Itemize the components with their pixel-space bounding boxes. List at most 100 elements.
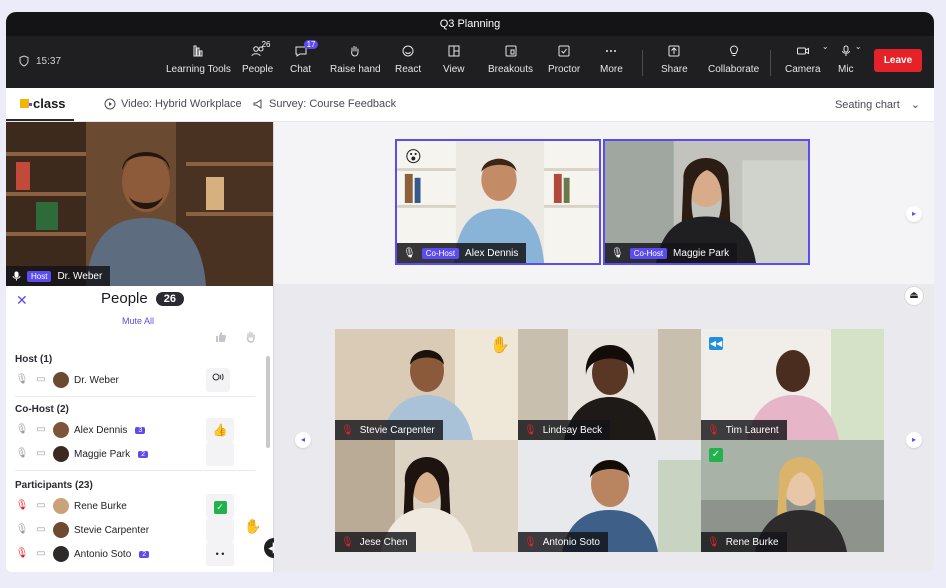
- mic-muted-icon[interactable]: 🎙: [15, 547, 29, 561]
- chat-button[interactable]: 17 Chat: [290, 40, 319, 75]
- reaction-status: [206, 442, 234, 466]
- content-tabs: class Video: Hybrid Workplace Survey: Co…: [6, 88, 934, 122]
- seating-chart-label: Seating chart: [834, 98, 900, 111]
- spotlight-area: 😮 🎙 Co-Host Alex Dennis 🎙 Co-Host Maggie…: [274, 122, 934, 284]
- breakouts-button[interactable]: Breakouts: [488, 44, 533, 75]
- avatar: [53, 422, 69, 438]
- participant-name: Maggie Park: [74, 448, 131, 460]
- camera-icon[interactable]: ▭: [34, 499, 48, 513]
- avatar: [53, 498, 69, 514]
- grid-tile[interactable]: 🎙 Lindsay Beck: [518, 329, 701, 440]
- app-window: Q3 Planning 15:37 Learning Tools 26 Peop…: [6, 12, 934, 572]
- mic-icon[interactable]: 🎙: [15, 523, 29, 537]
- grid-participant-name: Jese Chen: [359, 536, 408, 548]
- grid-tile[interactable]: 🎙 Jese Chen: [335, 440, 518, 552]
- grid-tile[interactable]: ✋ 🎙 Stevie Carpenter: [335, 329, 518, 440]
- seating-chart-dropdown[interactable]: Seating chart ⌄: [834, 98, 920, 112]
- view-button[interactable]: View: [443, 44, 465, 75]
- camera-button[interactable]: Camera ⌄: [785, 42, 829, 75]
- raise-hand-label: Raise hand: [330, 64, 381, 75]
- grid-participant-name: Lindsay Beck: [542, 424, 603, 436]
- mic-options-chevron-icon[interactable]: ⌄: [855, 42, 862, 51]
- breakouts-icon: [505, 45, 517, 57]
- grid-name-chip: 🎙 Jese Chen: [335, 532, 416, 552]
- camera-icon[interactable]: ▭: [34, 447, 48, 461]
- mic-muted-icon[interactable]: 🎙: [15, 499, 29, 513]
- mic-icon[interactable]: 🎙: [15, 447, 29, 461]
- more-button[interactable]: More: [600, 44, 623, 75]
- tab-video[interactable]: Video: Hybrid Workplace: [104, 98, 242, 110]
- eyes-icon: • •: [215, 549, 225, 559]
- raise-hand-button[interactable]: Raise hand: [330, 44, 381, 75]
- reaction-status: ✓: [206, 494, 234, 518]
- play-circle-icon: [104, 98, 116, 110]
- camera-icon[interactable]: ▭: [34, 423, 48, 437]
- mic-label: Mic: [838, 64, 854, 75]
- mic-icon: 🎙: [403, 247, 416, 259]
- survey-tab-label: Survey: Course Feedback: [269, 98, 397, 110]
- session-time: 15:37: [36, 55, 62, 67]
- participant-name: Rene Burke: [74, 500, 127, 512]
- raise-hand-icon: ✋: [244, 518, 262, 534]
- view-label: View: [443, 64, 465, 75]
- grid-next-arrow[interactable]: ▸: [906, 432, 922, 448]
- leave-button[interactable]: Leave: [874, 49, 922, 72]
- camera-icon[interactable]: ▭: [34, 373, 48, 387]
- toolbar-divider: [642, 50, 643, 76]
- grid-participant-name: Stevie Carpenter: [359, 424, 435, 436]
- people-count-badge: 26: [155, 291, 184, 306]
- host-name: Dr. Weber: [57, 270, 103, 282]
- collaborate-button[interactable]: Collaborate: [708, 44, 759, 75]
- react-button[interactable]: React: [395, 44, 421, 75]
- host-video-tile[interactable]: Host Dr. Weber: [6, 122, 273, 286]
- shield-icon: [19, 55, 29, 67]
- people-panel: ✕ People 26 Mute All Host (1) 🎙 ▭ Dr. We…: [6, 286, 273, 572]
- raise-hand-icon: [246, 331, 255, 343]
- close-icon[interactable]: ✕: [16, 292, 28, 309]
- proctor-button[interactable]: Proctor: [548, 44, 580, 75]
- mic-icon[interactable]: 🎙: [15, 423, 29, 437]
- people-count-badge: 26: [261, 40, 271, 49]
- grid-prev-arrow[interactable]: ◂: [295, 432, 311, 448]
- mic-muted-icon: 🎙: [524, 424, 537, 436]
- people-scrollbar[interactable]: [266, 356, 270, 448]
- chat-label: Chat: [290, 64, 312, 75]
- mic-button[interactable]: Mic ⌄: [838, 42, 862, 75]
- camera-icon[interactable]: ▭: [34, 523, 48, 537]
- collapse-stage-button[interactable]: ⏏: [904, 286, 924, 306]
- grid-tile[interactable]: ✓ 🎙 Rene Burke: [701, 440, 884, 552]
- grid-name-chip: 🎙 Tim Laurent: [701, 420, 787, 440]
- people-label: People: [242, 64, 274, 75]
- stage-next-arrow[interactable]: ▸: [906, 206, 922, 222]
- mic-icon[interactable]: 🎙: [15, 373, 29, 387]
- video-stage: 😮 🎙 Co-Host Alex Dennis 🎙 Co-Host Maggie…: [274, 122, 934, 572]
- tab-survey[interactable]: Survey: Course Feedback: [252, 98, 396, 110]
- chevron-down-icon: ⌄: [910, 99, 920, 111]
- stage-tile-cohost-2[interactable]: 🎙 Co-Host Maggie Park: [603, 139, 810, 265]
- people-button[interactable]: 26 People: [242, 40, 274, 75]
- tab-class[interactable]: class: [6, 88, 74, 121]
- grid-tile[interactable]: ◀◀ 🎙 Tim Laurent: [701, 329, 884, 440]
- mic-muted-icon: 🎙: [524, 536, 537, 548]
- stage-participant-name: Maggie Park: [673, 247, 730, 259]
- mute-all-link[interactable]: Mute All: [122, 316, 154, 326]
- camera-options-chevron-icon[interactable]: ⌄: [822, 42, 829, 51]
- host-name-chip: Host Dr. Weber: [6, 266, 111, 286]
- host-role-badge: Host: [27, 270, 52, 282]
- grid-tile[interactable]: 🎙 Antonio Soto: [518, 440, 701, 552]
- session-timer: 15:37: [18, 55, 61, 67]
- camera-icon[interactable]: ▭: [34, 547, 48, 561]
- grid-name-chip: 🎙 Antonio Soto: [518, 532, 608, 552]
- section-divider: [15, 470, 255, 471]
- stage-tile-cohost-1[interactable]: 😮 🎙 Co-Host Alex Dennis: [395, 139, 601, 265]
- rewind-icon: ◀◀: [709, 337, 723, 350]
- mic-muted-icon: 🎙: [341, 424, 354, 436]
- participant-name: Antonio Soto: [74, 548, 132, 560]
- learning-tools-button[interactable]: Learning Tools: [166, 44, 231, 75]
- raise-hand-icon: [351, 46, 359, 57]
- more-icon: [606, 50, 617, 52]
- grid-participant-name: Antonio Soto: [542, 536, 600, 548]
- share-button[interactable]: Share: [661, 44, 688, 75]
- mic-icon: 🎙: [611, 247, 624, 259]
- host-video-image: [6, 122, 273, 286]
